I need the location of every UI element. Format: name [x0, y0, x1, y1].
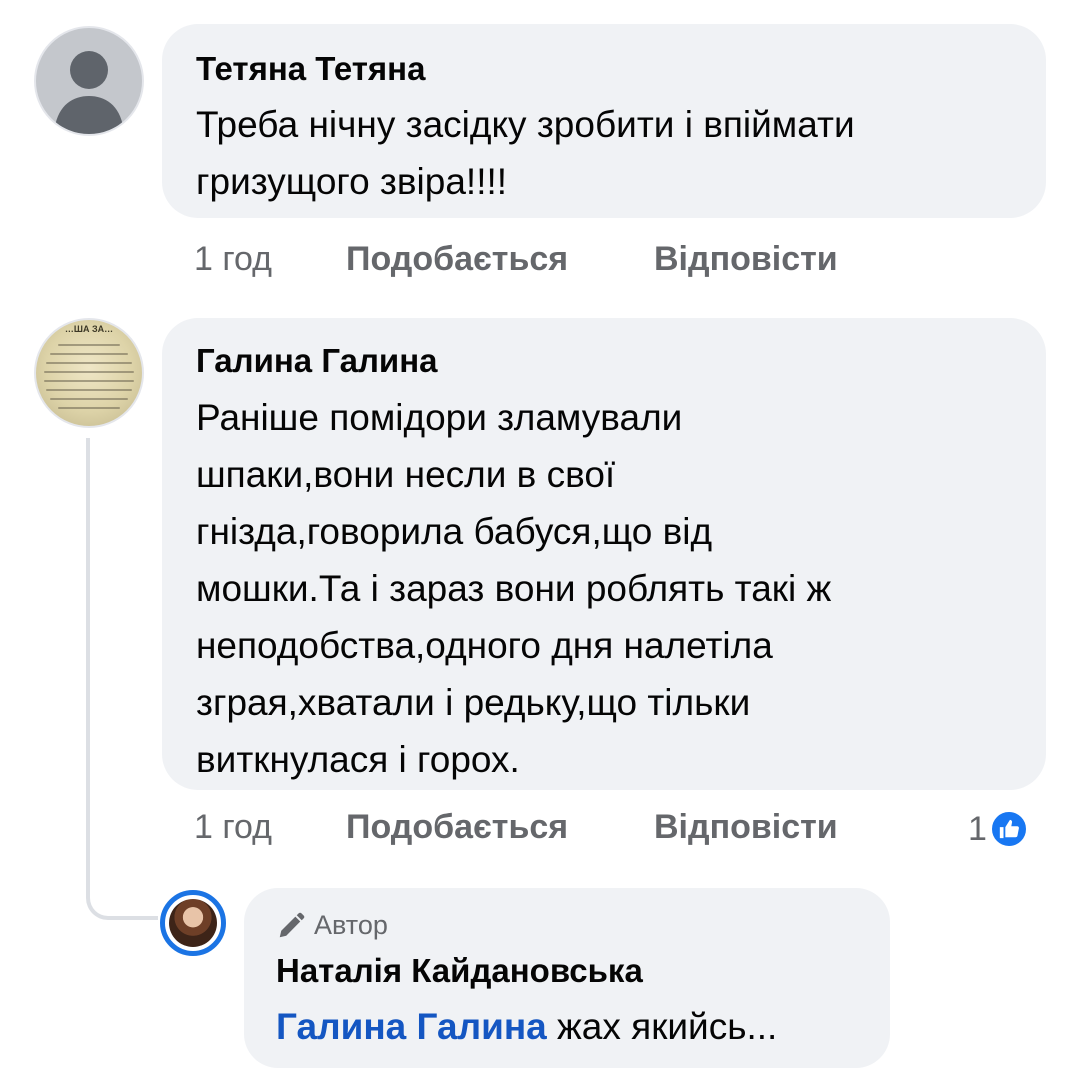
- like-button[interactable]: Подобається: [346, 808, 568, 847]
- avatar[interactable]: …ША ЗА…: [34, 318, 144, 428]
- reply-text: Галина Галина жах якийсь...: [276, 998, 777, 1055]
- author-avatar[interactable]: [160, 890, 226, 956]
- paper-text-line: [44, 371, 134, 373]
- comment-text: Треба нічну засідку зробити і впіймати г…: [196, 104, 855, 202]
- avatar-caption: …ША ЗА…: [64, 324, 114, 334]
- reaction-count: 1: [968, 809, 987, 848]
- comment-bubble: Тетяна Тетяна Треба нічну засідку зробит…: [162, 24, 1046, 218]
- thumbs-up-icon: [988, 809, 1029, 849]
- paper-text-line: [46, 362, 132, 364]
- paper-text-line: [58, 344, 120, 346]
- avatar[interactable]: [34, 26, 144, 136]
- author-badge: Автор: [276, 910, 388, 941]
- reply-button[interactable]: Відповісти: [654, 808, 838, 847]
- thread-connector: [86, 438, 158, 920]
- reply-author[interactable]: Наталія Кайдановська: [276, 952, 643, 990]
- paper-text-line: [58, 407, 120, 409]
- comment-timestamp[interactable]: 1 год: [194, 808, 272, 847]
- author-badge-label: Автор: [314, 910, 388, 940]
- default-person-icon: [54, 51, 124, 134]
- comment-timestamp[interactable]: 1 год: [194, 240, 272, 279]
- like-button[interactable]: Подобається: [346, 240, 568, 279]
- comment-bubble: Галина Галина Раніше помідори зламували …: [162, 318, 1046, 790]
- comment-author[interactable]: Тетяна Тетяна: [196, 50, 425, 88]
- paper-text-line: [46, 389, 132, 391]
- reply-bubble: Автор Наталія Кайдановська Галина Галина…: [244, 888, 890, 1068]
- comment-author[interactable]: Галина Галина: [196, 342, 438, 380]
- mention-link[interactable]: Галина Галина: [276, 1006, 547, 1047]
- pencil-icon: [279, 912, 305, 937]
- reply-message: жах якийсь...: [557, 1006, 778, 1047]
- comment-actions: 1 год Подобається Відповісти: [194, 240, 894, 284]
- comment-actions: 1 год Подобається Відповісти: [194, 808, 894, 852]
- paper-text-line: [44, 380, 134, 382]
- avatar-photo: [169, 899, 217, 947]
- paper-text-line: [50, 353, 128, 355]
- reaction-summary[interactable]: 1: [968, 806, 1029, 852]
- comment-text: Раніше помідори зламували шпаки,вони нес…: [196, 397, 832, 780]
- paper-text-line: [50, 398, 128, 400]
- reply-button[interactable]: Відповісти: [654, 240, 838, 279]
